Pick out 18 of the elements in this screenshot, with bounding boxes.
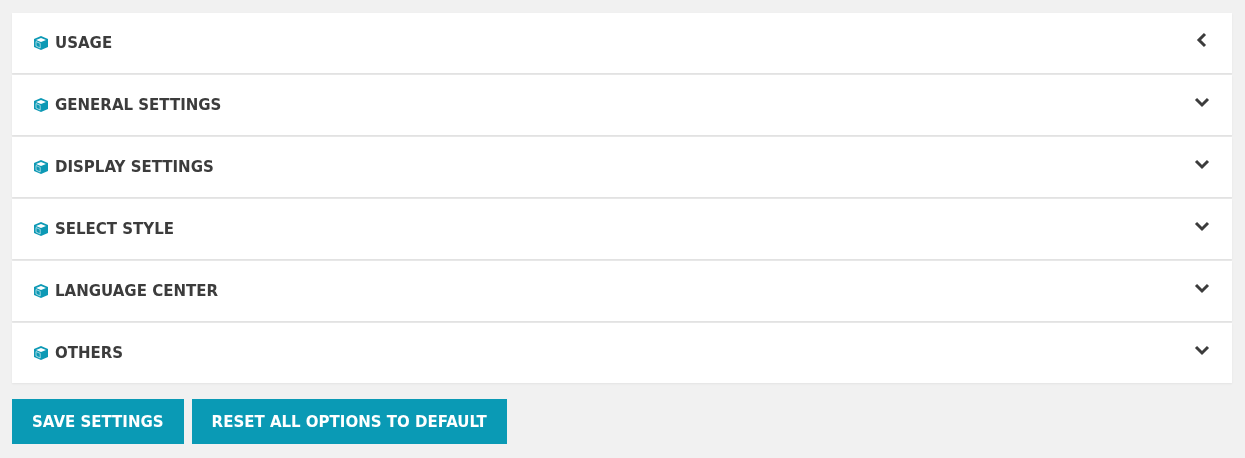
accordion-header[interactable]: OTHERS <box>12 323 1232 383</box>
section-title: DISPLAY SETTINGS <box>55 158 215 176</box>
section-title: USAGE <box>55 34 114 52</box>
accordion-header[interactable]: USAGE <box>12 13 1232 73</box>
cube-icon <box>33 283 49 299</box>
cube-icon <box>33 97 49 113</box>
cube-icon <box>33 221 49 237</box>
section-title: LANGUAGE CENTER <box>55 282 219 300</box>
cube-icon <box>33 159 49 175</box>
accordion-header[interactable]: GENERAL SETTINGS <box>12 75 1232 135</box>
section-title: SELECT STYLE <box>55 220 176 238</box>
section-title: GENERAL SETTINGS <box>55 96 223 114</box>
accordion-header[interactable]: SELECT STYLE <box>12 199 1232 259</box>
cube-icon <box>33 35 49 51</box>
accordion-header[interactable]: LANGUAGE CENTER <box>12 261 1232 321</box>
accordion-header[interactable]: DISPLAY SETTINGS <box>12 137 1232 197</box>
section-title: OTHERS <box>55 344 125 362</box>
cube-icon <box>33 345 49 361</box>
